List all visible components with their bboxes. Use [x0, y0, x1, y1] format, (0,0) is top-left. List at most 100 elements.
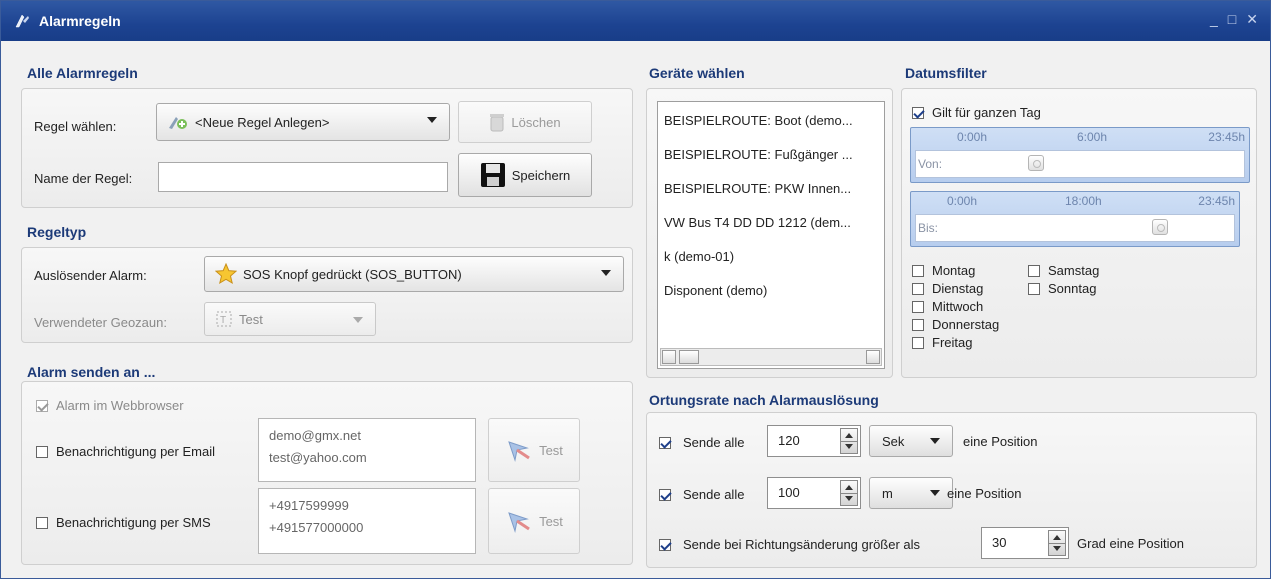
sms-checkbox[interactable]: Benachrichtigung per SMS [36, 515, 211, 530]
ausloesend-label: Auslösender Alarm: [34, 268, 147, 283]
von-slider[interactable]: 0:00h 6:00h 23:45h Von: [910, 127, 1250, 183]
geraete-heading: Geräte wählen [649, 65, 745, 81]
list-item[interactable]: BEISPIELROUTE: Fußgänger ... [658, 138, 884, 172]
email-test-button[interactable]: Test [488, 418, 580, 482]
chevron-down-icon [427, 117, 437, 123]
bis-track[interactable]: Bis: [915, 214, 1235, 242]
name-label: Name der Regel: [34, 171, 133, 186]
weekday-label: Donnerstag [932, 317, 1000, 332]
save-icon [480, 163, 505, 187]
webbrowser-checkbox[interactable]: Alarm im Webbrowser [36, 398, 184, 413]
weekday-checkbox-freitag[interactable]: Freitag [912, 335, 999, 350]
ausloesender-alarm-select[interactable]: SOS Knopf gedrückt (SOS_BUTTON) [204, 256, 624, 292]
interval-sek-stepper[interactable]: 120 [767, 425, 861, 457]
email-line: demo@gmx.net [269, 428, 361, 443]
richtung-grad-stepper[interactable]: 30 [981, 527, 1069, 559]
list-item[interactable]: VW Bus T4 DD DD 1212 (dem... [658, 206, 884, 240]
geofence-icon: T [216, 311, 232, 327]
geozaun-select[interactable]: T Test [204, 302, 376, 336]
sms-label: Benachrichtigung per SMS [56, 515, 211, 530]
sms-recipients-field[interactable]: +4917599999 +491577000000 [258, 488, 476, 554]
horizontal-scrollbar[interactable] [660, 348, 882, 366]
sms-test-label: Test [539, 513, 563, 529]
stepper-arrows-icon[interactable] [840, 480, 858, 506]
regel-label: Regel wählen: [34, 119, 117, 134]
weekday-checkbox-samstag[interactable]: Samstag [1028, 263, 1099, 278]
alarm-senden-group: Alarm im Webbrowser Benachrichtigung per… [21, 381, 633, 565]
weekday-checkbox-mittwoch[interactable]: Mittwoch [912, 299, 999, 314]
regel-select-value: <Neue Regel Anlegen> [195, 114, 330, 130]
title-bar: Alarmregeln _ □ ✕ [1, 1, 1270, 41]
list-item[interactable]: BEISPIELROUTE: PKW Innen... [658, 172, 884, 206]
eine-position-label: eine Position [963, 434, 1038, 449]
maximize-icon[interactable]: □ [1228, 11, 1236, 28]
weekday-checkbox-donnerstag[interactable]: Donnerstag [912, 317, 999, 332]
email-line: test@yahoo.com [269, 450, 367, 465]
close-icon[interactable]: ✕ [1246, 11, 1258, 28]
grad-eine-position-label: Grad eine Position [1077, 536, 1184, 551]
email-label: Benachrichtigung per Email [56, 444, 215, 459]
checkbox-box [36, 399, 48, 412]
minimize-icon[interactable]: _ [1210, 11, 1218, 28]
weekday-label: Sonntag [1048, 281, 1097, 296]
chevron-down-icon [930, 490, 940, 496]
sms-test-button[interactable]: Test [488, 488, 580, 554]
checkbox-box [912, 106, 924, 119]
svg-text:T: T [220, 315, 226, 326]
weekday-checkbox-dienstag[interactable]: Dienstag [912, 281, 999, 296]
richtung-grad-value: 30 [992, 535, 1007, 550]
alle-alarmregeln-heading: Alle Alarmregeln [27, 65, 138, 81]
scroll-left-icon[interactable] [662, 350, 676, 364]
sms-line: +491577000000 [269, 520, 364, 535]
scroll-right-icon[interactable] [866, 350, 880, 364]
sende-alle-m-checkbox[interactable]: Sende alle [659, 487, 744, 502]
weekday-checkbox-sonntag[interactable]: Sonntag [1028, 281, 1099, 296]
richtungsaenderung-checkbox[interactable]: Sende bei Richtungsänderung größer als [659, 537, 920, 552]
geraete-group: BEISPIELROUTE: Boot (demo... BEISPIELROU… [646, 88, 893, 378]
regel-name-input[interactable] [158, 162, 448, 192]
von-tick: 6:00h [1077, 130, 1108, 144]
bis-tick: 23:45h [1198, 194, 1235, 208]
list-item[interactable]: k (demo-01) [658, 240, 884, 274]
von-tick: 23:45h [1208, 130, 1245, 144]
unit-m-select[interactable]: m [869, 477, 953, 509]
list-item[interactable]: Disponent (demo) [658, 274, 884, 308]
chevron-down-icon [601, 270, 611, 276]
alarmregeln-window: Alarmregeln _ □ ✕ Alle Alarmregeln Regel… [0, 0, 1271, 579]
stepper-arrows-icon[interactable] [1048, 530, 1066, 556]
speichern-button[interactable]: Speichern [458, 153, 592, 197]
scroll-thumb[interactable] [679, 350, 699, 364]
geraete-list[interactable]: BEISPIELROUTE: Boot (demo... BEISPIELROU… [657, 101, 885, 369]
sende-alle-sek-checkbox[interactable]: Sende alle [659, 435, 744, 450]
ortungsrate-group: Sende alle 120 Sek eine Position Sende a… [646, 412, 1257, 568]
email-checkbox[interactable]: Benachrichtigung per Email [36, 444, 215, 459]
weekday-label: Samstag [1048, 263, 1100, 278]
loeschen-button[interactable]: Löschen [458, 101, 592, 143]
email-recipients-field[interactable]: demo@gmx.net test@yahoo.com [258, 418, 476, 482]
interval-m-stepper[interactable]: 100 [767, 477, 861, 509]
regeltyp-heading: Regeltyp [27, 224, 87, 240]
list-item[interactable]: BEISPIELROUTE: Boot (demo... [658, 104, 884, 138]
rule-icon [169, 117, 187, 129]
weekday-label: Mittwoch [932, 299, 984, 314]
geozaun-label: Verwendeter Geozaun: [34, 315, 167, 330]
bis-slider[interactable]: 0:00h 18:00h 23:45h Bis: [910, 191, 1240, 247]
checkbox-box [1028, 264, 1040, 277]
bis-slider-handle[interactable] [1152, 219, 1168, 235]
chevron-down-icon [930, 438, 940, 444]
checkbox-box [659, 488, 671, 501]
weekday-checkbox-montag[interactable]: Montag [912, 263, 999, 278]
ganzer-tag-checkbox[interactable]: Gilt für ganzen Tag [912, 105, 1041, 120]
von-track[interactable]: Von: [915, 150, 1245, 178]
unit-sek-select[interactable]: Sek [869, 425, 953, 457]
unit-sek-value: Sek [882, 433, 905, 449]
checkbox-box [912, 318, 924, 331]
regeltyp-group: Auslösender Alarm: SOS Knopf gedrückt (S… [21, 247, 633, 343]
von-slider-handle[interactable] [1028, 155, 1044, 171]
window-controls: _ □ ✕ [1210, 11, 1258, 28]
von-label: Von: [918, 157, 943, 171]
ortungsrate-heading: Ortungsrate nach Alarmauslösung [649, 392, 879, 408]
regel-select[interactable]: <Neue Regel Anlegen> [156, 103, 450, 141]
checkbox-box [36, 445, 48, 458]
stepper-arrows-icon[interactable] [840, 428, 858, 454]
